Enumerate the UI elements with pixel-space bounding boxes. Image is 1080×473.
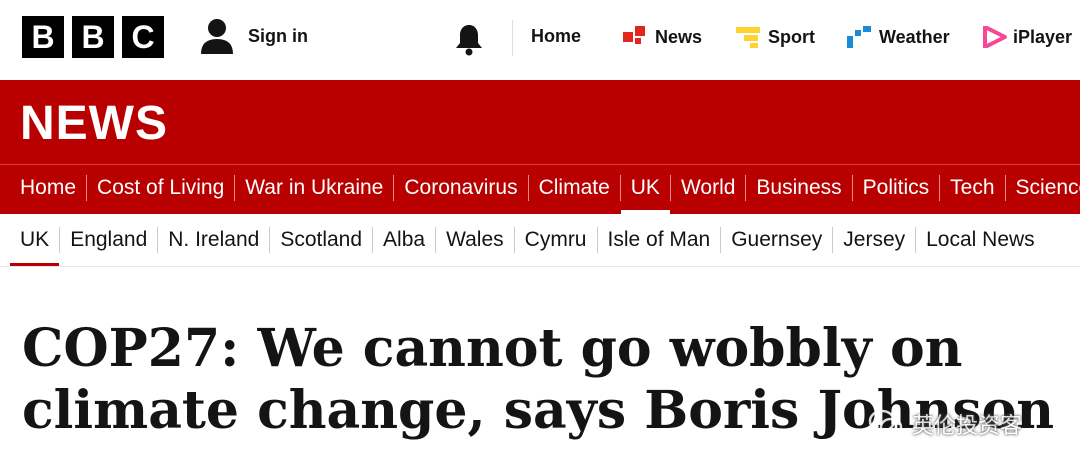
nav-weather-label: Weather [879, 26, 950, 47]
section-nav-item-tech[interactable]: Tech [940, 175, 1006, 201]
section-nav-item-science[interactable]: Science [1006, 175, 1080, 201]
header-divider [512, 20, 513, 56]
news-icon [623, 26, 645, 44]
sport-icon [736, 27, 760, 48]
section-nav: Home Cost of Living War in Ukraine Coron… [0, 164, 1080, 214]
sub-nav-item-n-ireland[interactable]: N. Ireland [158, 227, 271, 253]
sub-nav-item-scotland[interactable]: Scotland [270, 227, 374, 253]
section-nav-item-home[interactable]: Home [10, 175, 88, 201]
weather-icon [847, 26, 871, 48]
nav-news[interactable]: News [623, 26, 702, 48]
user-icon [201, 19, 233, 54]
sub-nav-item-jersey[interactable]: Jersey [833, 227, 917, 253]
nav-home[interactable]: Home [531, 26, 581, 47]
sub-nav-item-cymru[interactable]: Cymru [515, 227, 598, 253]
sign-in-label: Sign in [248, 25, 308, 46]
sub-nav-item-guernsey[interactable]: Guernsey [721, 227, 834, 253]
watermark-text: 英伦投资客 [912, 414, 1023, 439]
nav-home-label: Home [531, 26, 582, 46]
sub-nav-item-england[interactable]: England [60, 227, 159, 253]
sub-nav-item-local-news[interactable]: Local News [916, 227, 1045, 253]
logo-letter: B [72, 16, 114, 58]
section-nav-item-war-in-ukraine[interactable]: War in Ukraine [235, 175, 395, 201]
sub-nav: UK England N. Ireland Scotland Alba Wale… [0, 214, 1080, 266]
nav-news-label: News [655, 26, 703, 47]
bbc-logo[interactable]: B B C [22, 16, 164, 58]
section-nav-item-world[interactable]: World [671, 175, 747, 201]
nav-sport[interactable]: Sport [736, 26, 815, 48]
notifications-bell-icon[interactable] [452, 22, 486, 56]
sign-in-link[interactable]: Sign in [200, 18, 308, 54]
sub-nav-item-uk[interactable]: UK [10, 227, 61, 266]
nav-sport-label: Sport [768, 26, 815, 47]
nav-weather[interactable]: Weather [847, 26, 950, 48]
section-nav-item-climate[interactable]: Climate [529, 175, 621, 201]
nav-iplayer-label: iPlayer [1013, 26, 1073, 47]
nav-divider [0, 266, 1080, 267]
news-brand-title[interactable]: NEWS [20, 96, 168, 151]
sub-nav-item-isle-of-man[interactable]: Isle of Man [598, 227, 722, 253]
wechat-icon [868, 409, 903, 437]
section-nav-item-politics[interactable]: Politics [853, 175, 941, 201]
section-nav-item-cost-of-living[interactable]: Cost of Living [87, 175, 236, 201]
nav-iplayer[interactable]: iPlayer [983, 26, 1072, 48]
section-nav-item-uk[interactable]: UK [620, 175, 671, 214]
iplayer-icon [983, 26, 1007, 48]
section-nav-item-business[interactable]: Business [746, 175, 853, 201]
section-nav-item-coronavirus[interactable]: Coronavirus [394, 175, 529, 201]
top-bar: B B C Sign in Home News Sport Weather iP… [0, 0, 1080, 80]
sub-nav-item-alba[interactable]: Alba [373, 227, 437, 253]
sub-nav-item-wales[interactable]: Wales [436, 227, 515, 253]
logo-letter: B [22, 16, 64, 58]
watermark: 英伦投资客 [868, 408, 1022, 440]
logo-letter: C [122, 16, 164, 58]
news-brand-bar: NEWS [0, 80, 1080, 164]
